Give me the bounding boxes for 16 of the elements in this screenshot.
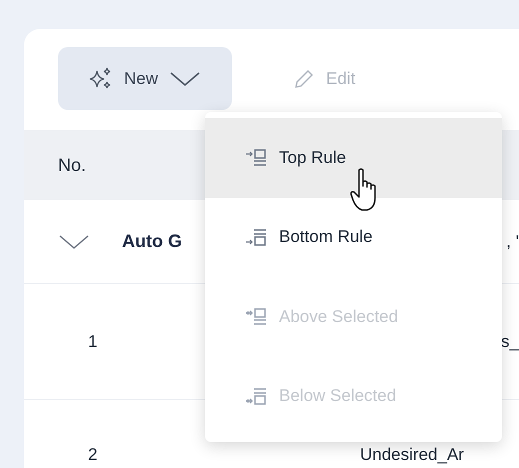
table-cell-text: Undesired_Ar [359,445,464,465]
insert-below-icon [245,387,267,406]
insert-above-icon [245,148,267,167]
group-label: Auto G [122,231,182,252]
chevron-down-icon [168,70,202,88]
row-number: 1 [87,332,98,352]
menu-item[interactable]: Bottom Rule [205,198,502,277]
insert-above-icon [245,308,267,326]
column-header: No. [58,154,86,176]
insert-below-icon [245,228,267,246]
new-button[interactable]: New [58,47,232,110]
chevron-down-icon[interactable] [58,232,90,250]
row-number: 2 [87,445,98,465]
table-cell: s_ [501,332,519,352]
menu-item[interactable]: Top Rule [205,118,502,198]
table-cell: , ' [506,232,519,252]
